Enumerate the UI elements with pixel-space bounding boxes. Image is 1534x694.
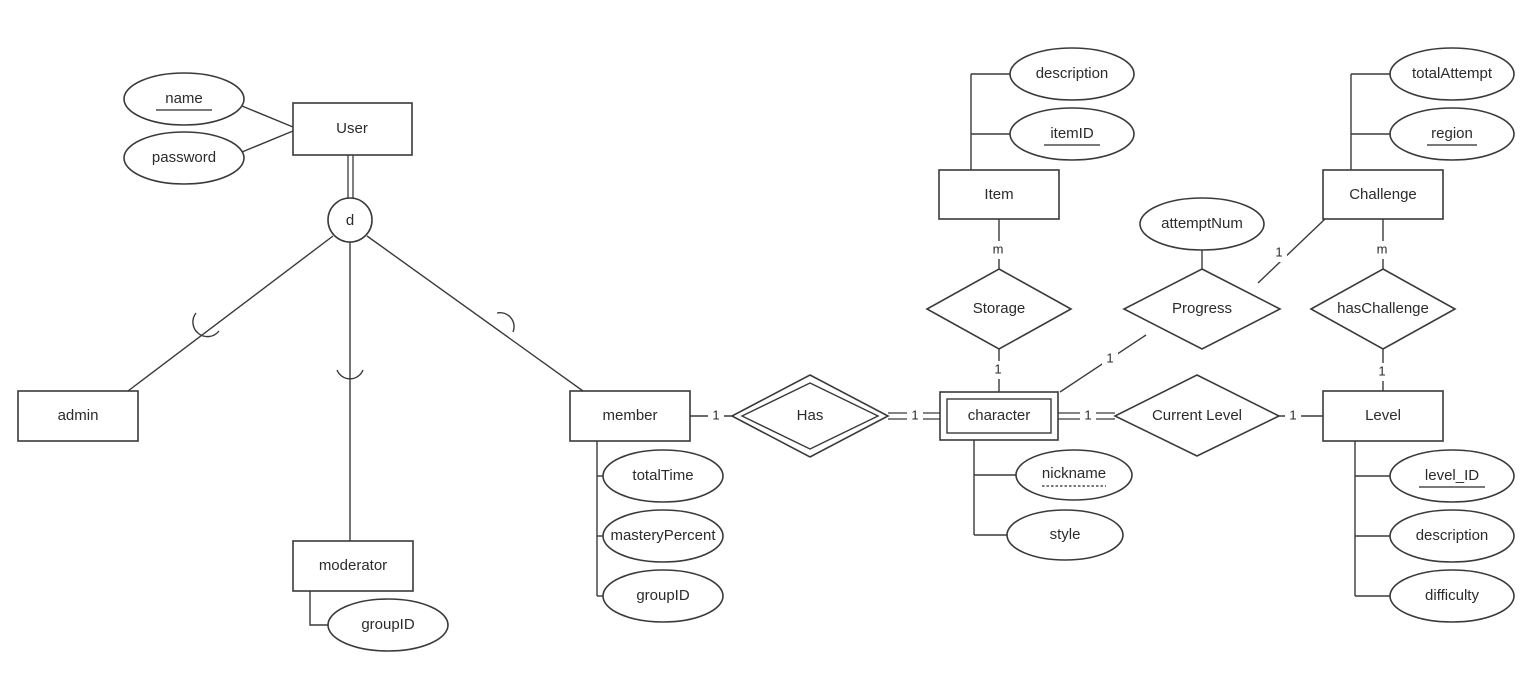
cardinality-progress-challenge: 1 (1271, 244, 1287, 262)
cardinality-haschallenge-level: 1 (1374, 363, 1390, 381)
entity-moderator[interactable]: moderator (292, 540, 414, 592)
entity-label: admin (58, 407, 99, 424)
attribute-label: totalAttempt (1412, 65, 1493, 82)
attribute-label: description (1036, 65, 1109, 82)
attribute-difficulty[interactable]: difficulty (1389, 569, 1515, 623)
relationship-label: Progress (1172, 300, 1232, 317)
attribute-label: description (1416, 527, 1489, 544)
attribute-label: difficulty (1425, 587, 1479, 604)
svg-text:1: 1 (1084, 407, 1091, 422)
attribute-label: masteryPercent (610, 527, 716, 544)
attribute-label: groupID (636, 587, 690, 604)
attribute-item-description[interactable]: description (1009, 47, 1135, 101)
svg-text:1: 1 (1275, 244, 1282, 259)
attribute-attemptnum[interactable]: attemptNum (1139, 197, 1265, 251)
attribute-totalattempt[interactable]: totalAttempt (1389, 47, 1515, 101)
svg-text:1: 1 (1378, 363, 1385, 378)
attribute-label: password (152, 149, 216, 166)
attribute-itemid[interactable]: itemID (1009, 107, 1135, 161)
attribute-moderator-groupid[interactable]: groupID (327, 598, 449, 652)
attribute-label: name (165, 90, 203, 107)
entity-layer: User admin moderator member Item Challen… (17, 102, 1444, 592)
cardinality-challenge-haschallenge: m (1374, 241, 1390, 259)
cardinality-progress-character: 1 (1102, 350, 1118, 368)
cardinality-member-has: 1 (708, 407, 724, 425)
svg-text:m: m (993, 241, 1004, 256)
svg-text:1: 1 (1289, 407, 1296, 422)
relationship-label: Has (797, 407, 824, 424)
cardinality-storage-character: 1 (990, 361, 1006, 379)
attribute-member-groupid[interactable]: groupID (602, 569, 724, 623)
attribute-password[interactable]: password (123, 131, 245, 185)
svg-text:1: 1 (1106, 350, 1113, 365)
cardinality-character-currentlevel: 1 (1080, 407, 1096, 425)
attribute-levelid[interactable]: level_ID (1389, 449, 1515, 503)
entity-character[interactable]: character (939, 391, 1059, 441)
relationship-label: Current Level (1152, 407, 1242, 424)
attribute-masterypercent[interactable]: masteryPercent (602, 509, 724, 563)
relationship-has[interactable]: Has (730, 374, 890, 458)
er-diagram-canvas: name password groupID totalTime masteryP… (0, 0, 1534, 694)
specialization-disjoint-circle[interactable]: d (327, 197, 373, 243)
relationship-label: hasChallenge (1337, 300, 1429, 317)
edge-user-name (241, 105, 294, 128)
svg-text:1: 1 (911, 407, 918, 422)
relationship-label: Storage (973, 300, 1026, 317)
specialization-symbol: d (346, 212, 354, 229)
attribute-nickname[interactable]: nickname (1015, 449, 1133, 501)
relationship-currentlevel[interactable]: Current Level (1113, 374, 1281, 457)
relationship-storage[interactable]: Storage (925, 268, 1073, 350)
attribute-totaltime[interactable]: totalTime (602, 449, 724, 503)
edge-user-password (241, 130, 294, 153)
subset-arc-member (496, 311, 515, 333)
entity-member[interactable]: member (569, 390, 691, 442)
attribute-label: style (1050, 526, 1081, 543)
attribute-label: groupID (361, 616, 415, 633)
entity-label: Item (984, 186, 1013, 203)
edge-progress-challenge (1257, 218, 1326, 284)
entity-label: character (968, 407, 1031, 424)
cardinality-currentlevel-level: 1 (1285, 407, 1301, 425)
relationship-haschallenge[interactable]: hasChallenge (1309, 268, 1457, 350)
entity-admin[interactable]: admin (17, 390, 139, 442)
attribute-name[interactable]: name (123, 72, 245, 126)
entity-label: Challenge (1349, 186, 1417, 203)
entity-label: moderator (319, 557, 387, 574)
entity-challenge[interactable]: Challenge (1322, 169, 1444, 220)
relationship-progress[interactable]: Progress (1122, 268, 1282, 350)
attribute-label: itemID (1050, 125, 1094, 142)
attribute-region[interactable]: region (1389, 107, 1515, 161)
edge-moderator-groupid (309, 591, 328, 626)
edge-spec-member (366, 235, 584, 392)
entity-level[interactable]: Level (1322, 390, 1444, 442)
edge-spec-admin (127, 235, 334, 392)
entity-item[interactable]: Item (938, 169, 1060, 220)
svg-text:1: 1 (994, 361, 1001, 376)
attribute-style[interactable]: style (1006, 509, 1124, 561)
svg-text:m: m (1377, 241, 1388, 256)
entity-label: User (336, 120, 368, 137)
entity-label: Level (1365, 407, 1401, 424)
cardinality-item-storage: m (990, 241, 1006, 259)
attribute-label: region (1431, 125, 1473, 142)
entity-label: member (602, 407, 657, 424)
svg-text:1: 1 (712, 407, 719, 422)
entity-user[interactable]: User (292, 102, 413, 156)
attribute-label: totalTime (632, 467, 693, 484)
attribute-label: nickname (1042, 465, 1106, 482)
attribute-label: attemptNum (1161, 215, 1243, 232)
cardinality-has-character: 1 (907, 407, 923, 425)
attribute-level-description[interactable]: description (1389, 509, 1515, 563)
attribute-label: level_ID (1425, 467, 1479, 484)
